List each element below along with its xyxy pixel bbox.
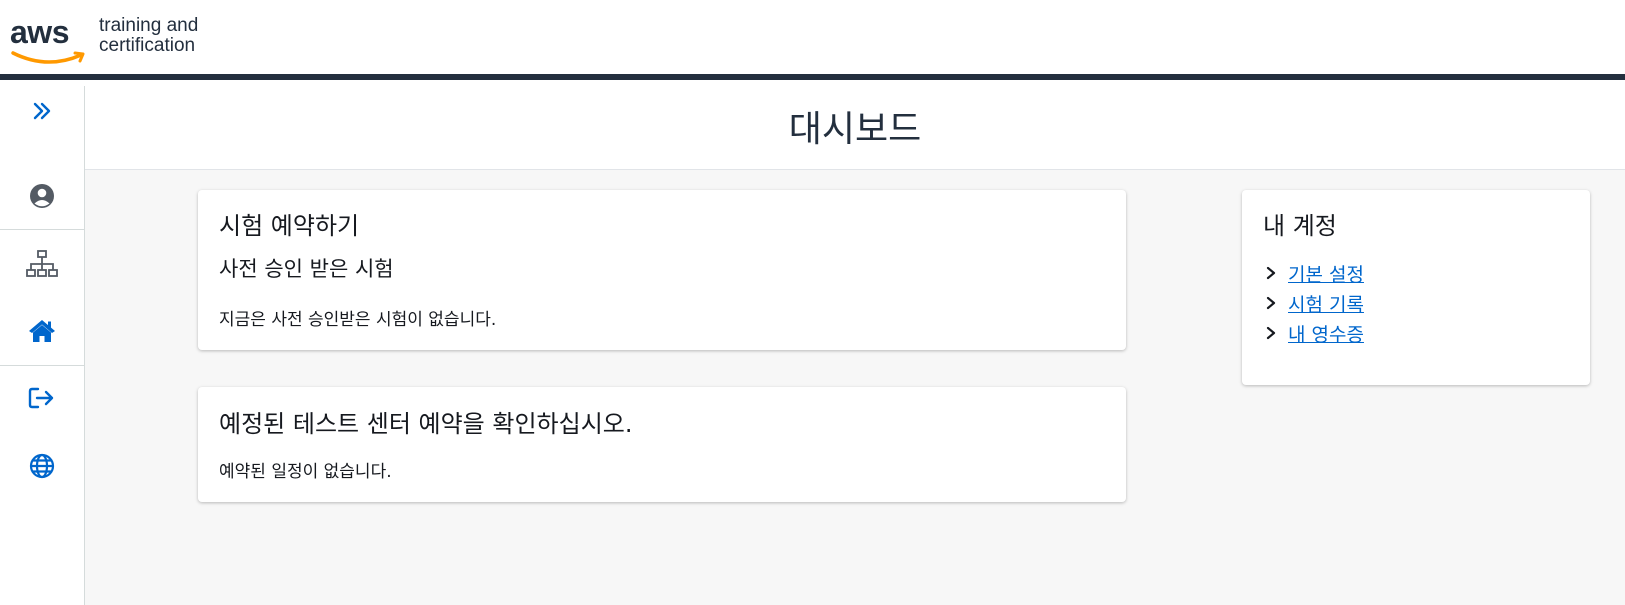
- appointments-card-message: 예약된 일정이 없습니다.: [219, 462, 392, 482]
- exam-booking-card: 시험 예약하기 사전 승인 받은 시험 지금은 사전 승인받은 시험이 없습니다…: [198, 190, 1126, 350]
- logo-tagline-line2: certification: [99, 35, 196, 56]
- exam-card-message: 지금은 사전 승인받은 시험이 없습니다.: [219, 310, 497, 330]
- chevron-right-icon: [1266, 266, 1276, 280]
- account-card-title: 내 계정: [1263, 212, 1337, 240]
- account-link-row: 기본 설정: [1264, 259, 1364, 287]
- page-title: 대시보드: [788, 109, 922, 150]
- sitemap-icon: [26, 250, 58, 277]
- user-circle-icon: [30, 184, 54, 208]
- globe-icon: [29, 453, 55, 479]
- chevron-right-icon: [1266, 296, 1276, 310]
- logo-tagline-line1: training and: [99, 15, 199, 36]
- sidebar-item-sign-out[interactable]: [0, 373, 84, 423]
- preferences-link[interactable]: 기본 설정: [1288, 260, 1364, 287]
- main-content: 대시보드 시험 예약하기 사전 승인 받은 시험 지금은 사전 승인받은 시험이…: [85, 86, 1625, 605]
- logo-tagline: training and certification: [99, 16, 198, 56]
- appointments-card: 예정된 테스트 센터 예약을 확인하십시오. 예약된 일정이 없습니다.: [198, 387, 1126, 502]
- sidebar-expand-button[interactable]: [0, 86, 84, 136]
- sidebar-item-language[interactable]: [0, 441, 84, 491]
- exam-card-subtitle: 사전 승인 받은 시험: [219, 257, 394, 281]
- receipts-link[interactable]: 내 영수증: [1288, 320, 1364, 347]
- sidebar-item-sitemap[interactable]: [0, 239, 84, 289]
- chevron-right-icon: [1266, 326, 1276, 340]
- appointments-card-title: 예정된 테스트 센터 예약을 확인하십시오.: [219, 410, 633, 438]
- home-icon: [29, 320, 55, 342]
- sign-out-icon: [28, 387, 54, 409]
- sidebar-nav: [0, 86, 85, 605]
- sidebar-divider: [0, 229, 84, 230]
- chevron-double-right-icon: [33, 102, 51, 120]
- logo-aws-wordmark: aws: [10, 14, 69, 50]
- aws-smile-icon: [11, 51, 85, 64]
- exam-history-link[interactable]: 시험 기록: [1288, 290, 1364, 317]
- page-header: 대시보드: [85, 86, 1625, 170]
- sidebar-item-home[interactable]: [0, 306, 84, 356]
- account-link-row: 내 영수증: [1264, 319, 1364, 347]
- sidebar-item-profile[interactable]: [0, 171, 84, 221]
- top-bar: aws training and certification: [0, 0, 1625, 80]
- my-account-card: 내 계정 기본 설정 시험 기록 내 영수증: [1242, 190, 1590, 385]
- account-link-row: 시험 기록: [1264, 289, 1364, 317]
- exam-card-title: 시험 예약하기: [219, 212, 360, 240]
- sidebar-divider: [0, 365, 84, 366]
- aws-training-logo[interactable]: aws training and certification: [10, 12, 210, 68]
